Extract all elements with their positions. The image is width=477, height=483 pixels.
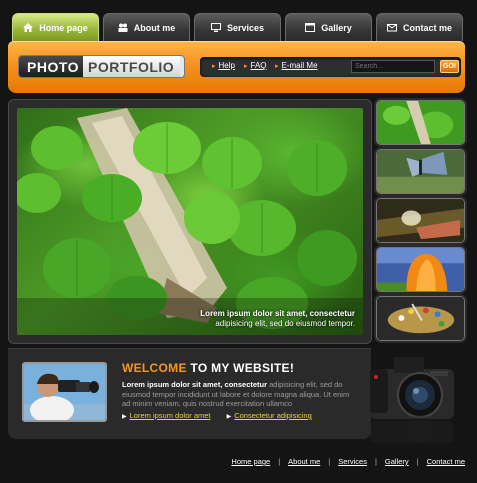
email-me-link[interactable]: ▸ E-mail Me [275,61,318,70]
logo-text-portfolio: PORTFOLIO [83,56,181,77]
help-link[interactable]: ▸ Help [212,61,235,70]
tab-services[interactable]: Services [194,13,281,41]
welcome-title: WELCOME TO MY WEBSITE! [122,361,295,375]
hero-caption-line1: Lorem ipsum dolor sit amet, consectetur [200,309,355,318]
arrow-icon: ▶ [122,414,127,420]
thumbnail-palette[interactable] [376,296,465,341]
footer-separator: | [374,457,377,466]
tab-label: Gallery [321,22,352,33]
footer-link-about-me[interactable]: About me [288,457,320,466]
tab-label: Home page [39,22,88,33]
footer-link-contact-me[interactable]: Contact me [427,457,465,466]
tab-label: About me [133,22,176,33]
thumbnail-glass[interactable] [376,198,465,243]
footer-link-services[interactable]: Services [338,457,367,466]
search-go-button[interactable]: GO! [440,60,459,73]
home-icon [23,23,34,32]
footer-link-gallery[interactable]: Gallery [385,457,409,466]
faq-link[interactable]: ▸ FAQ [244,61,267,70]
hero-photo-clover: Lorem ipsum dolor sit amet, consectetur … [17,108,363,335]
people-icon [118,23,128,32]
site-logo[interactable]: PHOTO PORTFOLIO [18,55,185,78]
tab-contact-me[interactable]: Contact me [376,13,463,41]
hero-caption: Lorem ipsum dolor sit amet, consectetur … [200,309,355,329]
welcome-panel: WELCOME TO MY WEBSITE! Lorem ipsum dolor… [8,348,371,439]
welcome-text: Lorem ipsum dolor sit amet, consectetur … [122,380,358,409]
camera-image [366,355,458,445]
bullet-icon: ▸ [212,63,216,70]
footer-separator: | [328,457,331,466]
thumbnail-clover[interactable] [376,100,465,145]
welcome-lead: Lorem ipsum dolor sit amet, consectetur [122,380,268,389]
arrow-icon: ▶ [226,414,232,420]
clover-illustration [17,108,363,335]
site-header: PHOTO PORTFOLIO ▸Help ▸FAQ ▸E-mail Me GO… [8,41,465,93]
tab-label: Contact me [402,22,452,33]
bullet-icon: ▸ [244,63,248,70]
hero-frame: Lorem ipsum dolor sit amet, consectetur … [8,99,372,344]
welcome-link-2[interactable]: ▶ Consectetur adipisicing [227,411,312,420]
tab-home-page[interactable]: Home page [12,13,99,41]
window-icon [305,23,316,32]
bullet-icon: ▸ [275,63,279,70]
footer-nav: Home page | About me | Services | Galler… [231,457,465,466]
utility-bar: ▸Help ▸FAQ ▸E-mail Me GO! [200,57,461,77]
welcome-link-1[interactable]: ▶ Lorem ipsum dolor amet [122,411,211,420]
tab-gallery[interactable]: Gallery [285,13,372,41]
photographer-photo [22,362,107,422]
thumbnail-tulip[interactable] [376,247,465,292]
footer-separator: | [278,457,281,466]
monitor-icon [210,23,221,32]
footer-link-home-page[interactable]: Home page [231,457,270,466]
main-nav: Home page About me Services Gallery Cont… [12,13,464,41]
logo-text-photo: PHOTO [19,56,84,77]
tab-label: Services [226,22,265,33]
mail-icon [386,23,397,32]
thumbnail-butterfly[interactable] [376,149,465,194]
welcome-links: ▶ Lorem ipsum dolor amet ▶ Consectetur adi… [122,411,326,420]
hero-caption-line2: adipisicing elit, sed do eiusmod tempor. [215,319,355,328]
tab-about-me[interactable]: About me [103,13,190,41]
footer-separator: | [416,457,419,466]
search-input[interactable] [351,60,435,73]
